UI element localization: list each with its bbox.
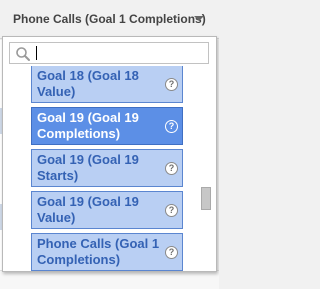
option-label: Goal 19 (Goal 19 Completions) bbox=[37, 110, 139, 141]
option-label: Goal 18 (Goal 18 Value) bbox=[37, 68, 139, 99]
option-goal-19-value[interactable]: Goal 19 (Goal 19 Value) ? bbox=[31, 191, 183, 229]
help-icon[interactable]: ? bbox=[165, 162, 178, 175]
text-cursor bbox=[36, 46, 37, 60]
list-scrollbar[interactable] bbox=[201, 66, 211, 271]
option-label: Goal 19 (Goal 19 Starts) bbox=[37, 152, 139, 183]
option-phone-calls-goal-1-completions[interactable]: Phone Calls (Goal 1 Completions) ? bbox=[31, 233, 183, 271]
help-icon[interactable]: ? bbox=[165, 78, 178, 91]
metric-picker-screen: Phone Calls (Goal 1 Completions) Goal 18… bbox=[0, 0, 219, 289]
selected-metric-label: Phone Calls (Goal 1 Completions) bbox=[13, 12, 206, 26]
triangle-down-icon[interactable] bbox=[194, 16, 204, 21]
metric-search-field[interactable] bbox=[9, 42, 209, 64]
option-label: Phone Calls (Goal 1 Completions) bbox=[37, 236, 160, 267]
help-icon[interactable]: ? bbox=[165, 246, 178, 259]
metric-selector[interactable]: Phone Calls (Goal 1 Completions) bbox=[0, 0, 219, 39]
option-goal-19-starts[interactable]: Goal 19 (Goal 19 Starts) ? bbox=[31, 149, 183, 187]
background-footer bbox=[0, 270, 219, 289]
help-icon[interactable]: ? bbox=[165, 120, 178, 133]
scrollbar-thumb[interactable] bbox=[201, 187, 211, 210]
search-icon bbox=[16, 47, 30, 61]
metric-dropdown-panel: Goal 18 (Goal 18 Value) ? Goal 19 (Goal … bbox=[2, 36, 217, 272]
option-goal-18-value[interactable]: Goal 18 (Goal 18 Value) ? bbox=[31, 66, 183, 103]
metric-search-input[interactable] bbox=[34, 45, 204, 61]
option-label: Goal 19 (Goal 19 Value) bbox=[37, 194, 139, 225]
help-icon[interactable]: ? bbox=[165, 204, 178, 217]
option-goal-19-completions[interactable]: Goal 19 (Goal 19 Completions) ? bbox=[31, 107, 183, 145]
metric-option-list[interactable]: Goal 18 (Goal 18 Value) ? Goal 19 (Goal … bbox=[3, 66, 216, 271]
